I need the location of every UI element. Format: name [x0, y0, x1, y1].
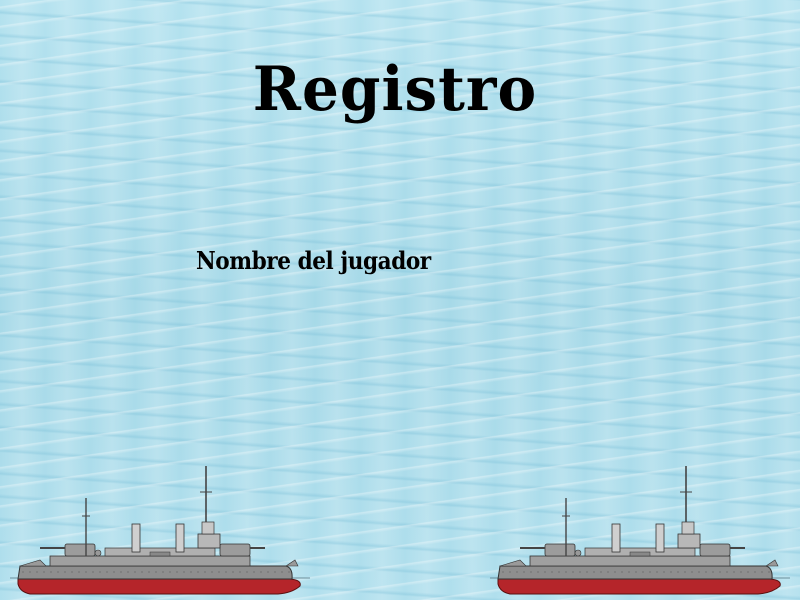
player-name-label: Nombre del jugador: [196, 246, 431, 275]
battleship-left-icon: [10, 466, 310, 595]
page-title: Registro: [252, 53, 538, 125]
battleship-drawing: [490, 466, 790, 595]
registration-screen: Registro Nombre del jugador: [0, 0, 800, 600]
battleship-right-icon: [490, 466, 790, 595]
battleship-drawing: [10, 466, 310, 595]
